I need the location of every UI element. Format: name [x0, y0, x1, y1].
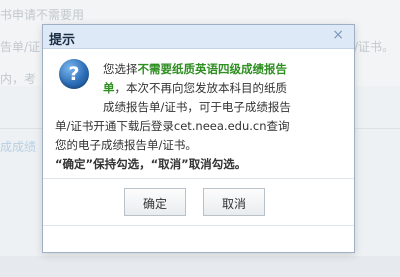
background-text-1: 书申请不需要用	[0, 8, 85, 22]
background-text-2: 告单/证	[0, 40, 41, 54]
dialog-button-bar: 确定 取消	[43, 178, 354, 226]
dialog-message: 您选择不需要纸质英语四级成绩报告 单，本次不再向您发放本科目的纸质 成绩报告单/…	[55, 60, 347, 174]
close-icon[interactable]: ×	[332, 27, 344, 43]
message-line-3: 成绩报告单/证书，可于电子成绩报告	[103, 100, 291, 114]
message-highlight-1: 不需要纸质英语四级成绩报告	[137, 62, 288, 76]
cancel-button[interactable]: 取消	[203, 188, 265, 216]
message-prefix: 您选择	[103, 62, 138, 76]
prompt-dialog: 提示 × ? 您选择不需要纸质英语四级成绩报告 单，本次不再向您发放本科目的纸质…	[42, 24, 355, 253]
dialog-header: 提示 ×	[43, 25, 354, 49]
background-text-3: 内，考	[0, 72, 37, 86]
background-text-right: /证书。	[353, 40, 394, 54]
message-line-4: 单/证书开通下载后登录cet.neea.edu.cn查询	[55, 119, 290, 133]
ok-button[interactable]: 确定	[124, 188, 186, 216]
page-footer-area	[0, 256, 400, 277]
background-section-label: 成成绩	[0, 140, 37, 154]
message-highlight-2: 单	[103, 81, 115, 95]
dialog-title: 提示	[49, 33, 76, 48]
message-line-5: 您的电子成绩报告单/证书。	[55, 138, 197, 152]
message-line-2: ，本次不再向您发放本科目的纸质	[114, 81, 288, 95]
message-line-6: “确定”保持勾选，“取消”取消勾选。	[55, 157, 247, 171]
